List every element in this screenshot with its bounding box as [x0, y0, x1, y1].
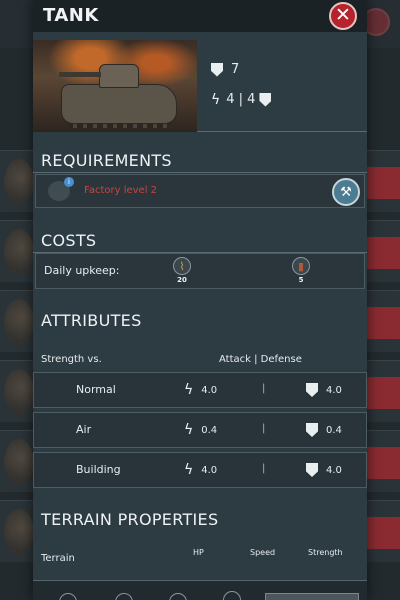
defense-value: 4.0 — [326, 384, 342, 396]
attribute-name: Air — [76, 423, 92, 436]
attributes-heading: ATTRIBUTES — [41, 311, 142, 330]
hammer-icon: ⚒ — [340, 184, 352, 200]
upkeep-value: 20 — [177, 276, 187, 284]
speed-column-label: Speed — [250, 548, 276, 557]
costs-row: Daily upkeep: ⌇ 20 ▮ 5 — [35, 253, 365, 289]
upkeep-resource: ⌇ 20 — [170, 257, 194, 284]
attack-stat: ϟ 4 | 4 — [211, 91, 272, 108]
lightning-icon: ϟ — [184, 462, 194, 478]
attack-defense-label: Attack | Defense — [219, 354, 302, 365]
info-badge-icon: i — [64, 177, 74, 187]
unit-hero: 7 ϟ 4 | 4 — [33, 32, 367, 132]
lightning-icon: ϟ — [184, 382, 194, 398]
timer-icon — [223, 591, 241, 600]
close-icon: ✕ — [335, 4, 351, 26]
attribute-name: Normal — [76, 383, 116, 396]
attack-cell: ϟ 4.0 — [184, 463, 217, 477]
attack-value: 0.4 — [201, 424, 218, 436]
strength-column-label: Strength — [308, 548, 343, 557]
barrel-icon: ▮ — [292, 257, 310, 275]
shield-icon — [306, 423, 318, 437]
tank-image — [33, 40, 197, 132]
lightning-icon: ϟ — [184, 422, 194, 438]
attribute-row: Normal ϟ 4.0 | 4.0 — [33, 372, 367, 408]
requirement-row: i Factory level 2 ⚒ — [35, 174, 365, 208]
costs-heading: COSTS — [41, 231, 97, 250]
defense-value: 4.0 — [326, 464, 342, 476]
modal-title: TANK — [43, 5, 99, 26]
attack-value: 4 | 4 — [226, 92, 256, 107]
upkeep-resource: ▮ 5 — [289, 257, 313, 284]
separator: | — [262, 383, 266, 394]
defense-cell: 4.0 — [306, 463, 342, 477]
hp-column-label: HP — [193, 548, 204, 557]
modal-header: TANK ✕ — [33, 0, 367, 32]
shield-icon — [259, 92, 272, 107]
shield-icon — [306, 463, 318, 477]
terrain-heading: TERRAIN PROPERTIES — [41, 510, 219, 529]
attack-cell: ϟ 0.4 — [184, 423, 217, 437]
modal-footer — [33, 580, 367, 600]
grain-icon — [59, 593, 77, 600]
requirements-heading: REQUIREMENTS — [41, 151, 172, 170]
attribute-row: Air ϟ 0.4 | 0.4 — [33, 412, 367, 448]
close-button[interactable]: ✕ — [329, 2, 357, 30]
attack-value: 4.0 — [201, 384, 218, 396]
unit-detail-modal: TANK ✕ 7 ϟ 4 | 4 REQUIREMENTS i Factory … — [33, 0, 367, 600]
upkeep-value: 5 — [298, 276, 304, 284]
defense-value: 7 — [231, 62, 240, 77]
build-button[interactable]: ⚒ — [332, 178, 360, 206]
defense-cell: 4.0 — [306, 383, 342, 397]
attack-cell: ϟ 4.0 — [184, 383, 217, 397]
grain-icon: ⌇ — [173, 257, 191, 275]
lightning-icon: ϟ — [211, 91, 221, 108]
defense-value: 0.4 — [326, 424, 342, 436]
resource-icon — [169, 593, 187, 600]
attack-value: 4.0 — [201, 464, 218, 476]
strength-vs-label: Strength vs. — [41, 354, 102, 365]
shield-icon — [211, 62, 223, 77]
terrain-column-label: Terrain — [41, 553, 75, 564]
defense-cell: 0.4 — [306, 423, 342, 437]
barrel-icon — [115, 593, 133, 600]
requirement-text: Factory level 2 — [84, 185, 158, 196]
daily-upkeep-label: Daily upkeep: — [44, 264, 120, 277]
shield-icon — [306, 383, 318, 397]
separator: | — [262, 423, 266, 434]
defense-stat: 7 — [211, 62, 239, 77]
attribute-name: Building — [76, 463, 121, 476]
separator: | — [262, 463, 266, 474]
build-action-button[interactable] — [265, 593, 359, 600]
attribute-row: Building ϟ 4.0 | 4.0 — [33, 452, 367, 488]
